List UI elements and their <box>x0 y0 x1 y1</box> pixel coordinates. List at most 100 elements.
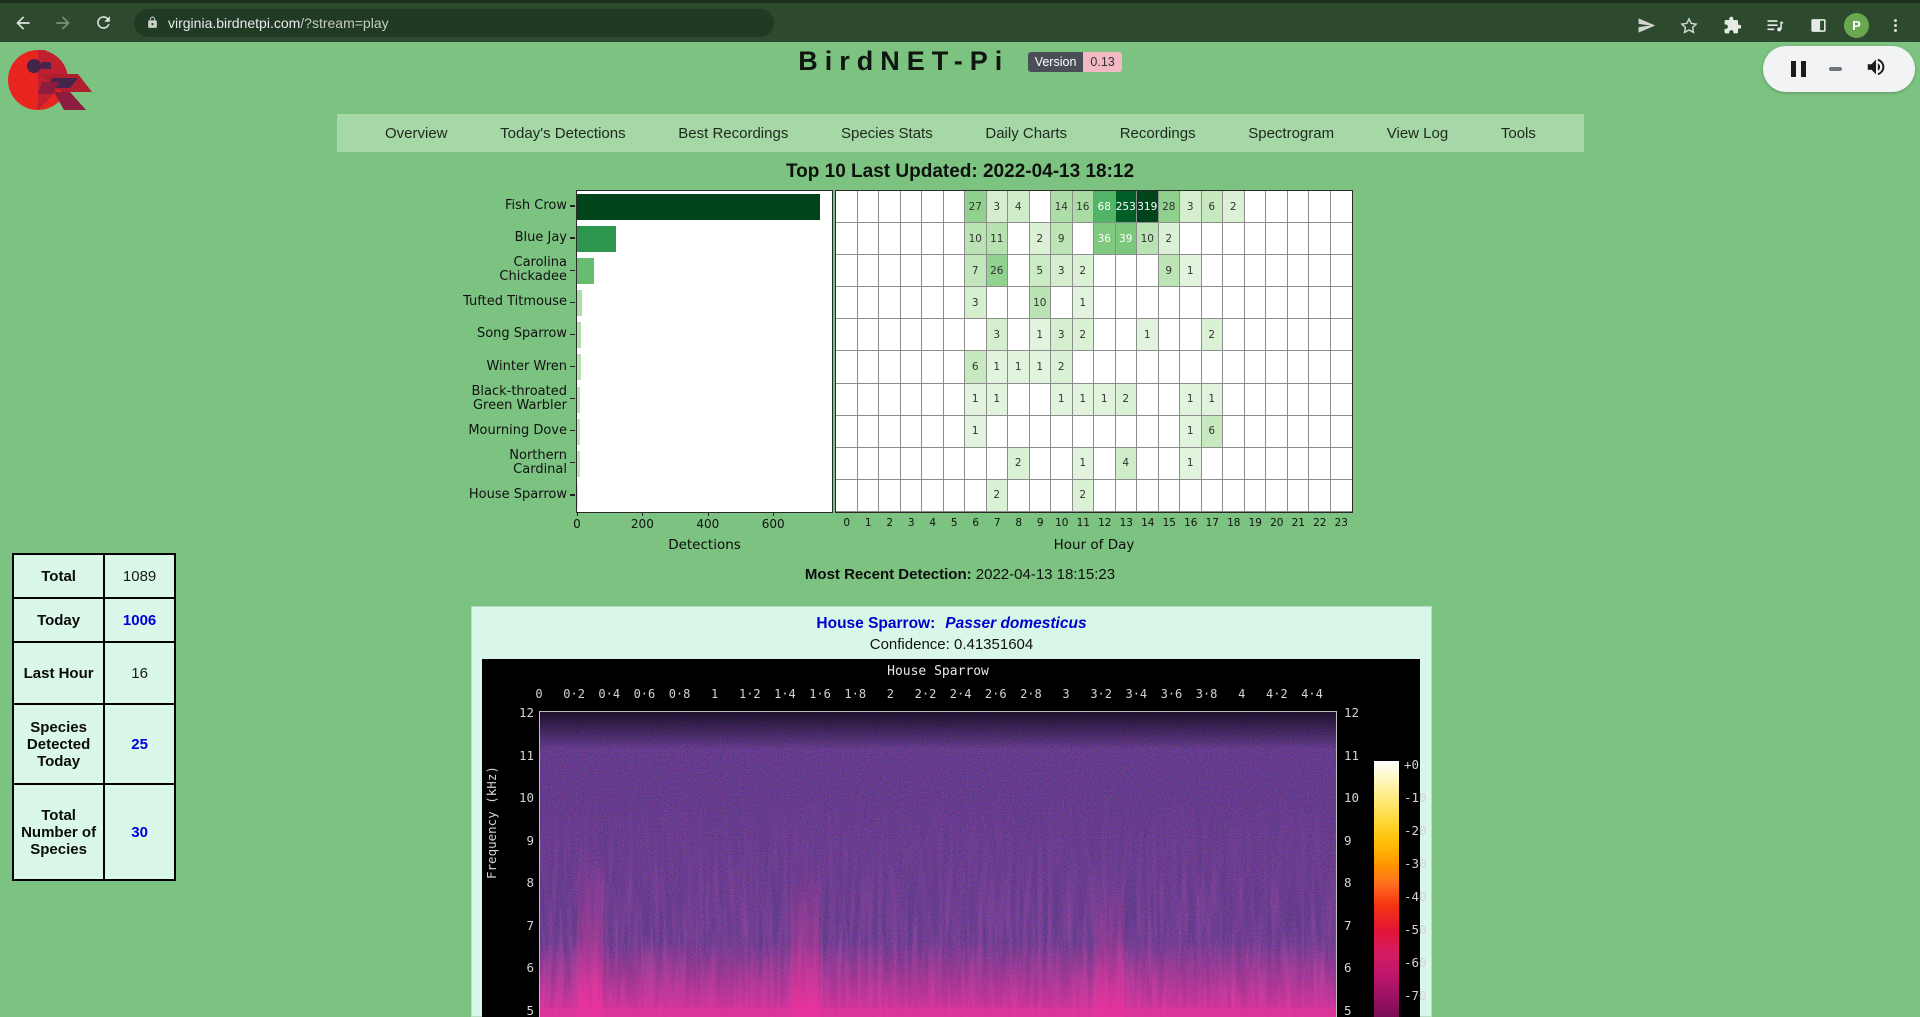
heatmap-cell <box>1202 255 1224 287</box>
heatmap-cell: 1 <box>1008 351 1030 383</box>
species-label: Fish Crow <box>385 190 570 222</box>
heatmap-cell <box>858 223 880 255</box>
heatmap-cell <box>1159 287 1181 319</box>
profile-avatar[interactable]: P <box>1844 13 1869 38</box>
heatmap-cell <box>1094 287 1116 319</box>
stats-label: Total Number of Species <box>13 784 104 880</box>
spectrogram-x-tick: 4 <box>1238 687 1245 701</box>
heatmap-cell <box>1266 223 1288 255</box>
colorbar-tick: +0 <box>1404 757 1419 772</box>
heatmap-cell <box>987 416 1009 448</box>
stats-value: 16 <box>104 642 175 704</box>
heatmap-cell <box>1288 287 1310 319</box>
heatmap-cell <box>944 255 966 287</box>
heatmap-cell <box>1223 319 1245 351</box>
nav-item-best-recordings[interactable]: Best Recordings <box>678 125 788 142</box>
heatmap-cell <box>879 255 901 287</box>
heatmap-cell: 4 <box>1116 448 1138 480</box>
stats-table-body: Total1089Today1006Last Hour16Species Det… <box>13 554 175 880</box>
colorbar-tick: -60 <box>1404 955 1427 970</box>
heatmap-cell <box>1030 416 1052 448</box>
bar-tick-mark <box>642 513 643 516</box>
spectrogram-y-tick: 5 <box>494 1003 534 1017</box>
nav-item-spectrogram[interactable]: Spectrogram <box>1248 125 1334 142</box>
back-icon[interactable] <box>6 6 40 40</box>
stats-value[interactable]: 25 <box>104 704 175 784</box>
nav-item-recordings[interactable]: Recordings <box>1120 125 1196 142</box>
chart-axes: 0200400600Detections01234567891011121314… <box>385 513 1353 573</box>
heatmap-cell <box>1094 319 1116 351</box>
most-recent-detection: Most Recent Detection: 2022-04-13 18:15:… <box>0 566 1920 583</box>
heatmap-cell: 1 <box>1094 384 1116 416</box>
hour-tick-label: 0 <box>843 517 850 529</box>
heatmap-cell <box>1137 480 1159 512</box>
heatmap-cell <box>1008 287 1030 319</box>
heatmap-cell <box>965 480 987 512</box>
heatmap-cell <box>1288 351 1310 383</box>
spectrogram-ylabel: Frequency (kHz) <box>484 766 499 879</box>
heatmap-cell: 3 <box>965 287 987 319</box>
hour-tick-label: 23 <box>1335 517 1348 529</box>
heatmap-cell <box>836 480 858 512</box>
bookmark-star-icon[interactable] <box>1672 9 1706 43</box>
media-controls-icon[interactable] <box>1758 9 1792 43</box>
heatmap-cell <box>1266 448 1288 480</box>
spectrogram-x-tick: 1·6 <box>809 687 831 701</box>
heatmap-grid: 2734141668253319283621011293639102726532… <box>835 190 1353 513</box>
heatmap-cell <box>1331 480 1353 512</box>
nav-item-view-log[interactable]: View Log <box>1387 125 1448 142</box>
reload-icon[interactable] <box>86 6 120 40</box>
nav-item-tools[interactable]: Tools <box>1501 125 1536 142</box>
heatmap-cell: 4 <box>1008 191 1030 223</box>
species-scientific-name[interactable]: Passer domesticus <box>945 615 1086 632</box>
hour-tick-label: 21 <box>1292 517 1305 529</box>
bar-tick-label: 0 <box>573 517 581 531</box>
heatmap-cell: 28 <box>1159 191 1181 223</box>
heatmap-cell: 2 <box>1223 191 1245 223</box>
bar <box>577 258 594 284</box>
spectrogram-y-tick: 7 <box>1344 918 1352 933</box>
heatmap-cell <box>1331 191 1353 223</box>
spectrogram-x-tick: 4·4 <box>1301 687 1323 701</box>
extensions-icon[interactable] <box>1715 9 1749 43</box>
stats-value[interactable]: 1006 <box>104 598 175 642</box>
heatmap-cell <box>836 416 858 448</box>
spectrogram-y-tick: 6 <box>1344 960 1352 975</box>
heatmap-cell <box>858 416 880 448</box>
nav-item-overview[interactable]: Overview <box>385 125 448 142</box>
heatmap-cell <box>944 416 966 448</box>
menu-dots-icon[interactable] <box>1878 9 1912 43</box>
spectrogram-y-tick: 7 <box>494 918 534 933</box>
heatmap-cell <box>922 223 944 255</box>
stats-row: Last Hour16 <box>13 642 175 704</box>
send-icon[interactable] <box>1629 9 1663 43</box>
heatmap-cell <box>1288 223 1310 255</box>
stats-value[interactable]: 30 <box>104 784 175 880</box>
nav-item-species-stats[interactable]: Species Stats <box>841 125 933 142</box>
heatmap-cell <box>836 319 858 351</box>
spectrogram-title: House Sparrow <box>887 664 989 679</box>
stats-label: Last Hour <box>13 642 104 704</box>
address-bar[interactable]: virginia.birdnetpi.com/?stream=play <box>134 9 774 37</box>
heatmap-cell <box>1137 384 1159 416</box>
nav-item-daily-charts[interactable]: Daily Charts <box>985 125 1067 142</box>
heatmap-cell <box>1245 448 1267 480</box>
bar-tick-label: 400 <box>696 517 719 531</box>
species-common-name[interactable]: House Sparrow: <box>816 615 935 632</box>
heatmap-cell <box>922 255 944 287</box>
side-panel-icon[interactable] <box>1801 9 1835 43</box>
colorbar-tick: -30 <box>1404 856 1427 871</box>
heatmap-cell <box>879 351 901 383</box>
heatmap-cell <box>1116 480 1138 512</box>
nav-item-today-s-detections[interactable]: Today's Detections <box>500 125 625 142</box>
heatmap-cell <box>1331 351 1353 383</box>
heatmap-cell <box>858 448 880 480</box>
heatmap-cell <box>858 191 880 223</box>
forward-icon[interactable] <box>46 6 80 40</box>
heatmap-cell <box>1094 416 1116 448</box>
heatmap-cell <box>1051 480 1073 512</box>
hour-tick-label: 12 <box>1098 517 1111 529</box>
heatmap-cell: 2 <box>1030 223 1052 255</box>
colorbar-tick: -40 <box>1404 889 1427 904</box>
heatmap-cell: 5 <box>1030 255 1052 287</box>
